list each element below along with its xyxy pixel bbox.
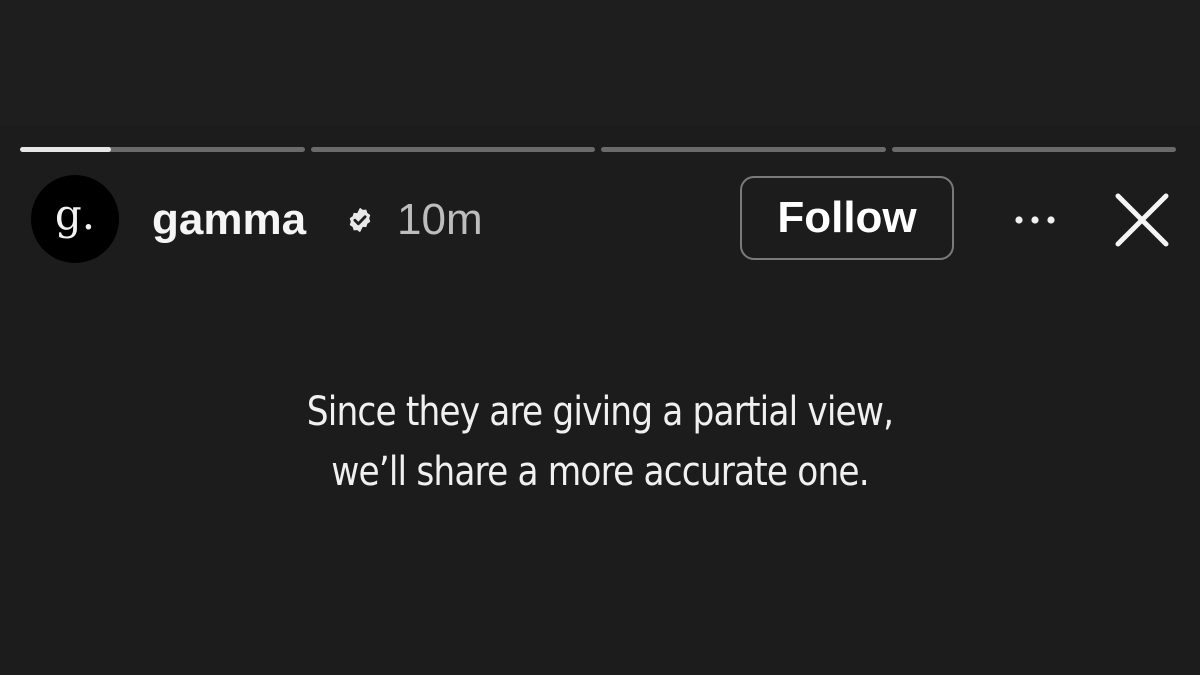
more-horizontal-icon bbox=[1015, 216, 1055, 224]
caption-line: we’ll share a more accurate one. bbox=[331, 449, 869, 495]
close-icon[interactable] bbox=[1112, 192, 1172, 248]
avatar-logo: g. bbox=[54, 190, 96, 239]
caption-line: Since they are giving a partial view, bbox=[306, 389, 894, 435]
post-time: 10m bbox=[397, 195, 483, 244]
story-progress-bar bbox=[20, 147, 1176, 153]
story-viewer: g. gamma 10m Follow Since they are givin… bbox=[0, 0, 1200, 675]
progress-segment bbox=[601, 147, 886, 152]
progress-fill bbox=[20, 147, 112, 152]
verified-badge-icon bbox=[349, 207, 371, 233]
progress-segment bbox=[20, 147, 305, 152]
story-caption: Since they are giving a partial view, we… bbox=[170, 382, 1030, 502]
follow-button[interactable]: Follow bbox=[740, 176, 954, 260]
username[interactable]: gamma bbox=[152, 193, 306, 247]
more-options-button[interactable] bbox=[1010, 200, 1060, 240]
avatar[interactable]: g. bbox=[31, 175, 119, 263]
progress-segment bbox=[310, 147, 595, 152]
progress-segment bbox=[891, 147, 1176, 152]
